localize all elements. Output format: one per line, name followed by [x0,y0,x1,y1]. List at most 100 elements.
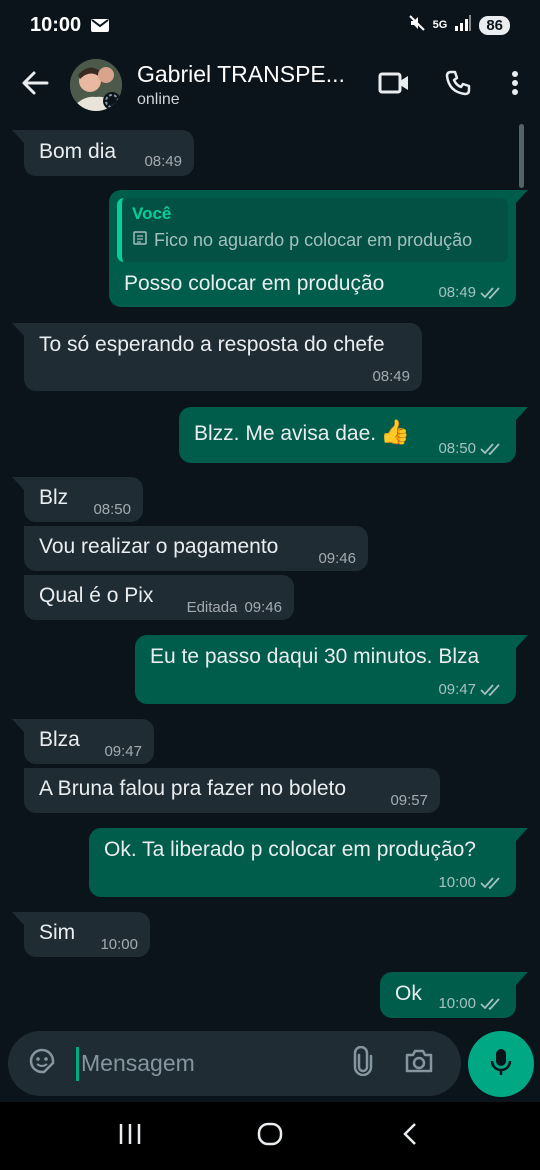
system-back-button[interactable] [380,1106,440,1166]
battery-badge: 86 [479,15,510,35]
status-indicators: 5G 86 [408,14,510,37]
signal-icon [454,14,472,36]
status-time: 10:00 [30,13,82,36]
header-actions [362,55,540,115]
message-composer [8,1031,461,1096]
incoming-message[interactable]: Qual é o Pix Editada 09:46 [24,575,294,620]
message-input[interactable] [81,1050,321,1077]
quote-author: Você [132,204,172,223]
incoming-message[interactable]: A Bruna falou pra fazer no boleto 09:57 [24,768,440,813]
message-time: 09:46 [318,550,356,567]
quote-body: Fico no aguardo p colocar em produção [132,230,498,251]
mail-icon [91,18,110,32]
network-label: 5G [432,19,448,31]
message-text: Ok. Ta liberado p colocar em produção? [104,838,476,861]
video-call-button[interactable] [362,55,426,115]
recent-apps-button[interactable] [100,1106,160,1166]
outgoing-message[interactable]: Ok 10:00 [380,972,528,1018]
message-meta: 08:49 [438,284,504,301]
contact-status: online [137,91,180,108]
message-time: 08:50 [438,440,476,457]
back-button[interactable] [0,55,70,115]
incoming-message[interactable]: Vou realizar o pagamento 09:46 [24,526,368,571]
message-time: 08:49 [144,153,182,170]
message-text: Eu te passo daqui 30 minutos. Blza [150,645,480,668]
message-meta: 10:00 [438,874,504,891]
incoming-message[interactable]: Blz 08:50 [12,477,143,522]
message-time: 09:47 [438,681,476,698]
document-icon [132,230,148,251]
message-time: 09:47 [104,743,142,760]
message-text: To só esperando a resposta do chefe [39,333,385,356]
quote-text: Fico no aguardo p colocar em produção [154,230,473,250]
message-text: Vou realizar o pagamento [39,535,279,558]
message-text-content: Blzz. Me avisa dae. [194,422,377,445]
message-meta: 08:49 [372,368,410,385]
more-vertical-icon [511,70,519,101]
text-caret [76,1046,79,1081]
phone-icon [444,69,472,102]
message-time: 08:50 [93,501,131,518]
microphone-icon [489,1047,513,1082]
read-ticks-icon [480,683,504,697]
message-time: 08:49 [372,368,410,385]
chevron-left-icon [402,1122,418,1151]
quoted-message[interactable]: Você Fico no aguardo p colocar em produç… [117,198,508,262]
message-meta: 10:00 [100,936,138,953]
contact-name: Gabriel TRANSPE... [137,61,345,87]
read-ticks-icon [480,997,504,1011]
contact-avatar[interactable] [70,59,122,111]
camera-icon [404,1048,434,1079]
outgoing-message[interactable]: Eu te passo daqui 30 minutos. Blza 09:47 [135,635,528,704]
sticker-button[interactable] [22,1036,62,1092]
outgoing-message[interactable]: Você Fico no aguardo p colocar em produç… [109,190,528,307]
voice-message-button[interactable] [468,1031,534,1097]
read-ticks-icon [480,286,504,300]
outgoing-message[interactable]: Ok. Ta liberado p colocar em produção? 1… [89,828,528,897]
message-meta: 09:57 [390,792,428,809]
incoming-message[interactable]: Sim 10:00 [12,912,150,957]
video-call-icon [378,71,410,100]
message-meta: 10:00 [438,995,504,1012]
message-meta: 08:50 [438,440,504,457]
contact-info[interactable]: Gabriel TRANSPE... online [137,61,347,109]
message-meta: 08:50 [93,501,131,518]
read-ticks-icon [480,442,504,456]
message-time: 08:49 [438,284,476,301]
edited-label: Editada [186,599,238,616]
home-icon [257,1121,283,1152]
message-meta: 08:49 [144,153,182,170]
message-time: 09:57 [390,792,428,809]
message-time: 09:46 [244,599,282,616]
more-options-button[interactable] [490,55,540,115]
message-meta: Editada 09:46 [187,599,282,616]
thumbs-up-emoji: 👍 [380,419,410,446]
incoming-message[interactable]: Blza 09:47 [12,719,154,764]
message-meta: 09:47 [438,681,504,698]
mute-icon [408,14,426,37]
arrow-left-icon [21,69,49,102]
message-text: A Bruna falou pra fazer no boleto [39,777,347,800]
paperclip-icon [352,1045,374,1081]
sticker-icon [27,1046,57,1081]
chat-header: Gabriel TRANSPE... online [0,50,540,120]
message-time: 10:00 [438,874,476,891]
voice-call-button[interactable] [426,55,490,115]
message-meta: 09:46 [318,550,356,567]
message-time: 10:00 [438,995,476,1012]
message-list[interactable]: Bom dia 08:49 Você Fico no aguardo p col… [0,120,540,1025]
outgoing-message[interactable]: Blzz. Me avisa dae. 👍 08:50 [179,407,528,463]
read-ticks-icon [480,876,504,890]
status-bar: 10:00 5G 86 [0,0,540,50]
incoming-message[interactable]: Bom dia 08:49 [12,130,194,176]
system-nav-bar [0,1102,540,1170]
scrollbar[interactable] [519,124,524,188]
message-time: 10:00 [100,936,138,953]
home-button[interactable] [240,1106,300,1166]
recent-apps-icon [118,1123,142,1150]
camera-button[interactable] [391,1036,447,1092]
attach-button[interactable] [335,1036,391,1092]
incoming-message[interactable]: To só esperando a resposta do chefe 08:4… [12,323,422,391]
message-text: Posso colocar em produção [124,272,385,295]
message-meta: 09:47 [104,743,142,760]
